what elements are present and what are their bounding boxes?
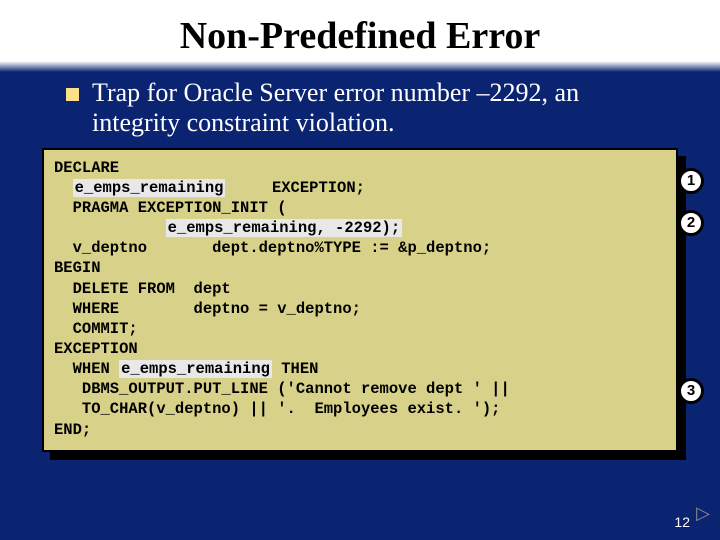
slide-title: Non-Predefined Error [0, 0, 720, 72]
bullet-text: Trap for Oracle Server error number –229… [92, 78, 660, 138]
code-highlight: e_emps_remaining [119, 360, 272, 378]
next-arrow-icon: ▷ [696, 503, 710, 524]
code-block-container: DECLARE e_emps_remaining EXCEPTION; PRAG… [42, 148, 678, 452]
code-line: WHEN e_emps_remaining THEN [54, 360, 318, 378]
code-line: EXCEPTION [54, 340, 138, 358]
code-line: DELETE FROM dept [54, 280, 231, 298]
code-line: DBMS_OUTPUT.PUT_LINE ('Cannot remove dep… [54, 380, 510, 398]
code-line: COMMIT; [54, 320, 138, 338]
code-line: END; [54, 421, 91, 439]
code-line: TO_CHAR(v_deptno) || '. Employees exist.… [54, 400, 500, 418]
callout-badge-2: 2 [678, 210, 704, 236]
code-line: BEGIN [54, 259, 101, 277]
square-bullet-icon [66, 88, 79, 101]
code-line: WHERE deptno = v_deptno; [54, 300, 361, 318]
callout-badge-1: 1 [678, 168, 704, 194]
callout-badge-3: 3 [678, 378, 704, 404]
code-block: DECLARE e_emps_remaining EXCEPTION; PRAG… [42, 148, 678, 452]
bullet-row: Trap for Oracle Server error number –229… [0, 72, 720, 148]
code-line: e_emps_remaining, -2292); [54, 219, 402, 237]
code-line: e_emps_remaining EXCEPTION; [54, 179, 365, 197]
code-line: DECLARE [54, 159, 119, 177]
code-line: PRAGMA EXCEPTION_INIT ( [54, 199, 287, 217]
code-line: v_deptno dept.deptno%TYPE := &p_deptno; [54, 239, 491, 257]
code-highlight: e_emps_remaining [73, 179, 226, 197]
page-number: 12 [674, 514, 690, 530]
code-highlight: e_emps_remaining, -2292); [166, 219, 403, 237]
